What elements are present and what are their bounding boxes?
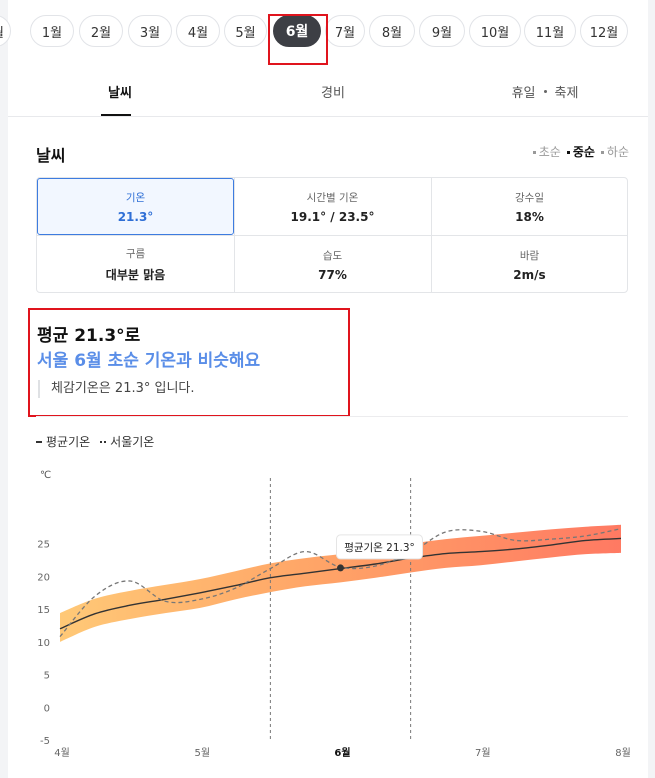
stat-humidity[interactable]: 습도 77% <box>234 236 431 293</box>
stat-value: 19.1° / 23.5° <box>290 209 375 224</box>
stat-value: 21.3° <box>117 209 154 224</box>
stat-value: 77% <box>318 267 347 282</box>
stat-hourly-temperature[interactable]: 시간별 기온 19.1° / 23.5° <box>234 178 431 235</box>
month-chip[interactable]: 4월 <box>176 15 220 47</box>
x-tick-label: 4월 <box>54 747 70 759</box>
legend-dashed-swatch <box>100 440 107 443</box>
stat-temperature[interactable]: 기온 21.3° <box>37 178 234 235</box>
month-chip[interactable]: 9월 <box>419 15 465 47</box>
period-filter: 초순 중순 하순 <box>532 143 629 160</box>
tab-weather[interactable]: 날씨 <box>90 66 150 116</box>
section-divider <box>36 416 628 417</box>
period-option-label: 초순 <box>538 145 561 159</box>
month-chip[interactable]: 8월 <box>369 15 415 47</box>
stat-value: 대부분 맑음 <box>105 268 166 282</box>
stat-cloud[interactable]: 구름 대부분 맑음 <box>37 236 234 293</box>
period-option[interactable]: 중순 <box>566 143 595 160</box>
stat-label: 강수일 <box>515 191 544 204</box>
tab-cost-label: 경비 <box>321 85 345 101</box>
month-chip[interactable]: 10월 <box>469 15 521 47</box>
month-selector: 월 1월2월3월4월5월6월7월8월9월10월11월12월 <box>0 0 655 64</box>
y-tick-label: 5 <box>44 671 50 682</box>
month-chip[interactable]: 12월 <box>580 15 628 47</box>
period-dot <box>532 151 536 154</box>
tooltip-label: 평균기온 21.3° <box>344 542 415 554</box>
tooltip-point <box>337 564 344 572</box>
y-tick-label: 20 <box>37 572 50 583</box>
feels-like-note: 체감기온은 21.3° 입니다. <box>38 380 195 398</box>
separator-dot <box>543 89 547 93</box>
period-option-label: 하순 <box>606 145 629 159</box>
stat-value: 2m/s <box>513 267 546 282</box>
y-tick-label: -5 <box>40 736 50 747</box>
stat-label: 시간별 기온 <box>306 191 359 204</box>
temperature-chart: ℃ 25 20 15 10 5 0 -5 평균기온 21.3° 4월 5월 6월 7월 8월 <box>37 470 631 759</box>
tab-cost[interactable]: 경비 <box>303 66 363 116</box>
month-chip[interactable]: 1월 <box>30 15 74 47</box>
month-chip[interactable]: 6월 <box>273 15 321 47</box>
month-chip[interactable]: 2월 <box>79 15 123 47</box>
x-tick-label: 5월 <box>194 747 210 759</box>
stat-label: 습도 <box>322 249 343 262</box>
month-chip[interactable]: 7월 <box>325 15 365 47</box>
y-tick-label: 15 <box>37 605 50 616</box>
summary-comparison: 서울 6월 초순 기온과 비슷해요 <box>37 351 261 371</box>
stat-label: 바람 <box>519 249 540 262</box>
x-tick-label: 6월 <box>334 747 350 759</box>
y-tick-label: 10 <box>37 638 50 649</box>
period-dot <box>600 151 604 154</box>
legend-solid-swatch <box>36 440 42 443</box>
tab-bar: 날씨 경비 휴일 축제 <box>8 66 648 117</box>
period-option[interactable]: 하순 <box>600 143 629 160</box>
x-tick-label: 8월 <box>615 747 631 759</box>
period-dot <box>566 151 570 154</box>
x-tick-label: 7월 <box>475 747 491 759</box>
stat-value: 18% <box>515 209 544 224</box>
period-option-label: 중순 <box>572 145 595 159</box>
y-axis-unit: ℃ <box>40 470 51 481</box>
weather-stats-grid: 기온 21.3° 시간별 기온 19.1° / 23.5° 강수일 18% 구름… <box>36 177 628 293</box>
tab-active-indicator <box>101 114 131 116</box>
stat-rain-days[interactable]: 강수일 18% <box>431 178 628 235</box>
section-title: 날씨 <box>36 146 66 165</box>
tab-holiday-festival[interactable]: 휴일 축제 <box>500 66 590 116</box>
stat-label: 구름 <box>125 248 146 260</box>
month-chip[interactable]: 3월 <box>128 15 172 47</box>
y-tick-label: 25 <box>37 540 50 551</box>
summary-title: 평균 21.3°로 <box>37 326 141 346</box>
period-option[interactable]: 초순 <box>532 143 561 160</box>
tab-weather-label: 날씨 <box>108 85 132 101</box>
tab-holiday-label: 휴일 <box>511 85 536 101</box>
y-tick-label: 0 <box>44 703 50 714</box>
month-chip[interactable]: 11월 <box>524 15 576 47</box>
tab-festival-label: 축제 <box>554 85 579 101</box>
stat-wind[interactable]: 바람 2m/s <box>431 236 628 293</box>
stat-label: 기온 <box>125 191 146 204</box>
month-chip[interactable]: 5월 <box>224 15 267 47</box>
month-chip[interactable]: 월 <box>0 15 11 47</box>
